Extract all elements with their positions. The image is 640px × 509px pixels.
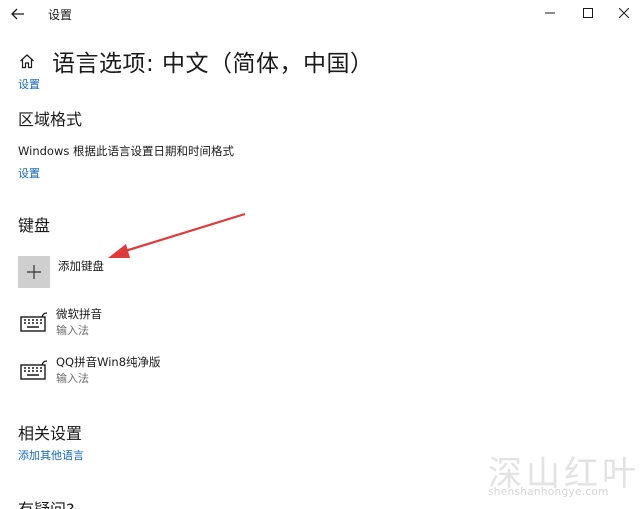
add-keyboard-label: 添加键盘 — [58, 259, 104, 273]
home-icon — [20, 54, 34, 69]
page-header: 语言选项: 中文（简体，中国） — [18, 44, 374, 78]
keyboard-icon — [20, 360, 48, 380]
home-button[interactable] — [18, 52, 36, 70]
close-icon — [619, 8, 629, 18]
keyboard-type: 输入法 — [56, 324, 89, 337]
language-settings-link[interactable]: 设置 — [18, 76, 40, 92]
page-title: 语言选项: 中文（简体，中国） — [52, 51, 374, 77]
minimize-icon — [545, 12, 555, 14]
watermark-url: shenshanhongye.com — [488, 486, 609, 498]
questions-section-title: 有疑问? — [18, 496, 75, 509]
close-button[interactable] — [604, 0, 640, 26]
keyboard-name: QQ拼音Win8纯净版 — [56, 355, 161, 369]
add-keyboard-tile — [18, 256, 50, 288]
keyboard-item-qq-pinyin[interactable]: QQ拼音Win8纯净版 输入法 — [18, 354, 318, 388]
keyboard-type: 输入法 — [56, 372, 89, 385]
back-button[interactable] — [8, 4, 28, 24]
watermark: 深山红叶 shenshanhongye.com — [484, 446, 636, 502]
keyboard-section-title: 键盘 — [18, 216, 51, 235]
settings-window: 设置 语言选项: 中文（简体，中国） 设置 区域格式 Windows 根据此语言 — [0, 0, 640, 509]
watermark-logo: 深山红叶 — [488, 454, 640, 494]
maximize-button[interactable] — [568, 0, 608, 26]
add-keyboard-button[interactable]: 添加键盘 — [18, 256, 104, 288]
keyboard-icon — [20, 312, 48, 332]
annotation-arrow-icon — [108, 212, 246, 258]
minimize-button[interactable] — [530, 0, 570, 26]
maximize-icon — [583, 8, 593, 18]
region-format-title: 区域格式 — [18, 110, 83, 129]
related-settings-title: 相关设置 — [18, 424, 83, 443]
back-arrow-icon — [11, 8, 24, 20]
keyboard-name: 微软拼音 — [56, 307, 102, 321]
keyboard-item-microsoft-pinyin[interactable]: 微软拼音 输入法 — [18, 306, 318, 340]
app-title: 设置 — [48, 8, 73, 22]
region-format-description: Windows 根据此语言设置日期和时间格式 — [18, 144, 234, 158]
plus-icon — [27, 265, 41, 279]
region-format-settings-link[interactable]: 设置 — [18, 165, 40, 181]
add-other-language-link[interactable]: 添加其他语言 — [18, 447, 84, 463]
title-bar: 设置 — [0, 0, 640, 28]
